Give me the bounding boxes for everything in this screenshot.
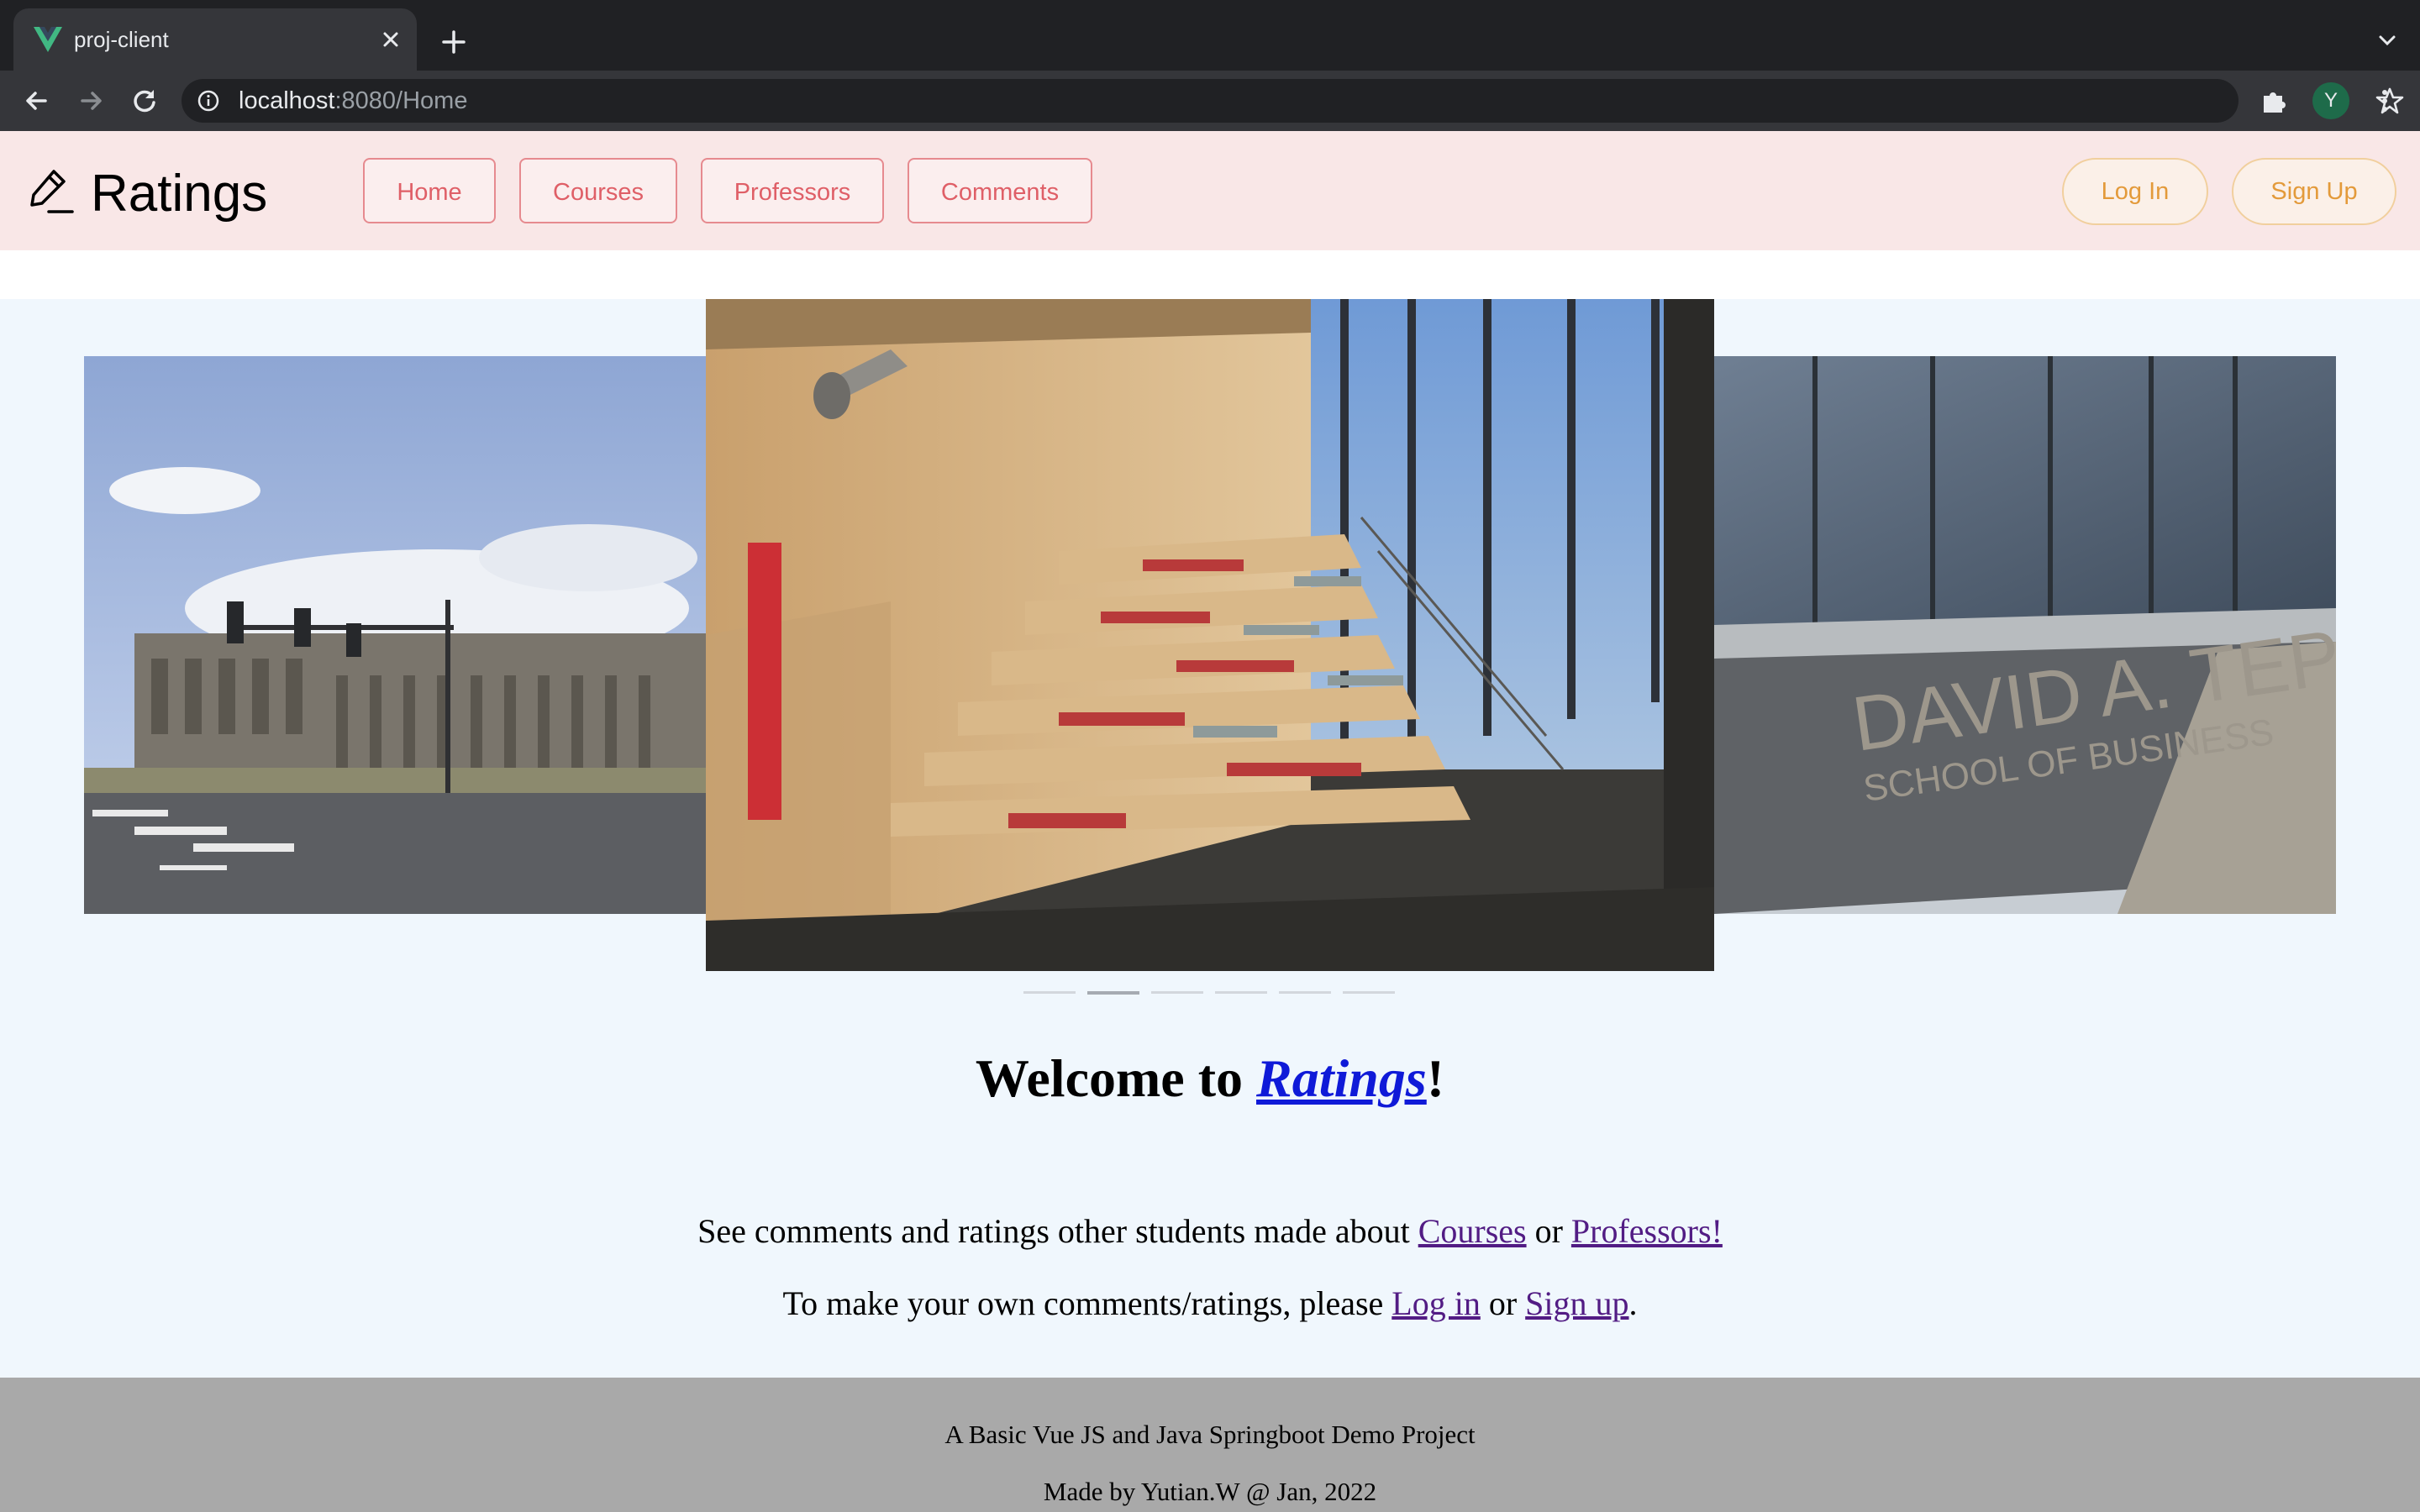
- campus-street-photo: [84, 356, 706, 914]
- nav-comments-button[interactable]: Comments: [908, 158, 1092, 223]
- carousel-indicator-active[interactable]: [1087, 991, 1139, 995]
- professors-link[interactable]: Professors!: [1571, 1212, 1723, 1250]
- signup-link[interactable]: Sign up: [1525, 1284, 1628, 1322]
- auth-end: .: [1628, 1284, 1638, 1322]
- courses-link[interactable]: Courses: [1418, 1212, 1527, 1250]
- footer-credit: Made by Yutian.W @ Jan, 2022: [1043, 1477, 1377, 1506]
- vue-favicon-icon: [34, 27, 62, 52]
- carousel-indicator[interactable]: [1023, 991, 1076, 994]
- brand-name: Ratings: [91, 165, 268, 223]
- login-link[interactable]: Log in: [1392, 1284, 1481, 1322]
- welcome-prefix: Welcome to: [975, 1048, 1257, 1108]
- carousel-slide-left[interactable]: [84, 356, 706, 914]
- reload-icon[interactable]: [126, 82, 163, 119]
- spacer-band: [0, 250, 2420, 299]
- url-text: localhost:8080/Home: [239, 87, 467, 114]
- kebab-menu-icon[interactable]: [2370, 86, 2400, 116]
- puzzle-extension-icon[interactable]: [2259, 86, 2289, 116]
- browser-tab[interactable]: proj-client: [13, 8, 417, 71]
- auth-text: To make your own comments/ratings, pleas…: [782, 1284, 1392, 1322]
- browser-toolbar: localhost:8080/Home Y: [0, 71, 2420, 131]
- close-icon[interactable]: [378, 27, 403, 52]
- footer: A Basic Vue JS and Java Springboot Demo …: [0, 1378, 2420, 1512]
- nav-home-button[interactable]: Home: [363, 158, 496, 223]
- browse-text: See comments and ratings other students …: [697, 1212, 1418, 1250]
- carousel-indicators: [1023, 991, 1397, 996]
- url-host: localhost: [239, 87, 335, 114]
- profile-avatar[interactable]: Y: [2312, 82, 2349, 119]
- browse-line: See comments and ratings other students …: [0, 1211, 2420, 1252]
- carousel-indicator[interactable]: [1215, 991, 1267, 994]
- pencil-icon: [30, 170, 74, 213]
- tepper-school-sign-photo: DAVID A. TEPPER SCHOOL OF BUSINESS: [1714, 356, 2336, 914]
- welcome-suffix: !: [1426, 1048, 1445, 1108]
- auth-mid: or: [1480, 1284, 1526, 1322]
- nav-courses-button[interactable]: Courses: [519, 158, 677, 223]
- welcome-heading: Welcome to Ratings!: [0, 1045, 2420, 1112]
- chevron-down-icon[interactable]: [2375, 30, 2400, 50]
- address-bar[interactable]: localhost:8080/Home: [182, 79, 2404, 123]
- nav-professors-button[interactable]: Professors: [701, 158, 884, 223]
- forward-arrow-icon[interactable]: [72, 82, 109, 119]
- url-path: :8080/Home: [334, 87, 468, 114]
- auth-line: To make your own comments/ratings, pleas…: [0, 1284, 2420, 1324]
- back-arrow-icon[interactable]: [18, 82, 55, 119]
- browser-tab-strip: proj-client: [0, 0, 2420, 71]
- atrium-staircase-photo: [706, 299, 1714, 971]
- carousel-indicator[interactable]: [1151, 991, 1203, 994]
- info-icon[interactable]: [197, 89, 220, 113]
- app-header: Ratings Home Courses Professors Comments…: [0, 131, 2420, 250]
- plus-icon[interactable]: [437, 25, 471, 59]
- login-button[interactable]: Log In: [2062, 158, 2208, 225]
- signup-button[interactable]: Sign Up: [2232, 158, 2396, 225]
- carousel-slide-right[interactable]: DAVID A. TEPPER SCHOOL OF BUSINESS: [1714, 356, 2336, 914]
- carousel-slide-active[interactable]: [706, 299, 1714, 971]
- browse-mid: or: [1526, 1212, 1571, 1250]
- welcome-ratings-link[interactable]: Ratings: [1256, 1048, 1427, 1108]
- footer-description: A Basic Vue JS and Java Springboot Demo …: [944, 1420, 1476, 1449]
- tab-title: proj-client: [74, 27, 169, 52]
- carousel-indicator[interactable]: [1279, 991, 1331, 994]
- carousel-indicator[interactable]: [1343, 991, 1395, 994]
